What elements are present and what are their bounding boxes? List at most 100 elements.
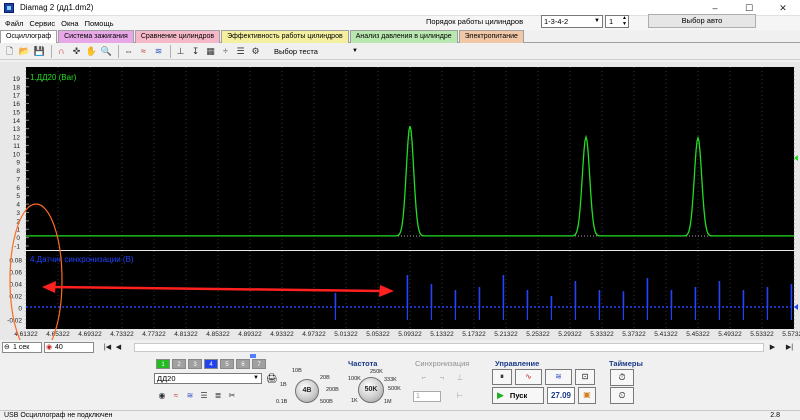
timer-stop-button[interactable]: ⏲ <box>610 387 634 404</box>
tab-cylinder-efficiency[interactable]: Эффективность работы цилиндров <box>221 30 349 43</box>
split-icon[interactable]: ÷ <box>219 45 232 58</box>
tools-icon[interactable]: ✂ <box>226 391 238 402</box>
x-tick-label: 5.25322 <box>526 331 550 338</box>
freq-label-1k: 1K <box>351 398 358 404</box>
wave-alt-icon[interactable]: ≋ <box>152 45 165 58</box>
cylinder-spin[interactable]: 1 ▲ ▼ <box>605 15 629 28</box>
minus-icon[interactable]: ⊖ <box>4 343 10 352</box>
timer-start-button[interactable]: ⏱ <box>610 369 634 386</box>
sync-rise-icon[interactable]: ⌐ <box>417 373 431 385</box>
range-label-01b: 0.1B <box>276 399 288 405</box>
cylinder-order-select[interactable]: 1-3-4-2 ▼ <box>541 15 603 28</box>
sync-level-icon[interactable]: ⊥ <box>453 373 467 385</box>
signal-icon[interactable]: ∩ <box>55 45 68 58</box>
ch1-tick-label: 19 <box>13 76 21 83</box>
sensor-select[interactable]: ДД20 ▼ <box>154 373 262 384</box>
close-button[interactable]: ✕ <box>766 0 800 16</box>
sync-fall-icon[interactable]: ¬ <box>435 373 449 385</box>
range-knob[interactable]: 4B <box>295 379 319 403</box>
ch1-grid <box>26 77 29 247</box>
freq-label-333k: 333K <box>384 377 397 383</box>
hand-icon[interactable]: ✋ <box>85 45 98 58</box>
tab-pressure-analysis[interactable]: Анализ давления в цилиндре <box>349 30 458 43</box>
list-icon[interactable]: ≣ <box>212 391 224 402</box>
next-button[interactable]: ▶ <box>767 342 778 353</box>
screenshot-button[interactable]: ▣ <box>578 387 596 404</box>
wave-alt-icon[interactable]: ≋ <box>184 391 196 402</box>
x-tick-label: 4.85322 <box>206 331 230 338</box>
sync-mode-icon[interactable]: ⊢ <box>453 391 467 403</box>
ch1-tick-label: 4 <box>16 202 20 209</box>
spin-arrows-icon[interactable]: ▲ ▼ <box>622 15 627 27</box>
menu-help[interactable]: Помощь <box>82 19 117 28</box>
freq-label-250k: 250K <box>370 369 383 375</box>
run-button[interactable]: ▶ Пуск <box>492 387 544 404</box>
multi-wave-button[interactable]: ≋ <box>545 369 572 385</box>
single-wave-button[interactable]: ∿ <box>515 369 542 385</box>
tab-power-supply[interactable]: Электропитание <box>458 30 524 43</box>
timeline-scrollbar[interactable] <box>134 343 764 352</box>
sync-select[interactable]: 1 <box>413 391 441 402</box>
toolbar-divider <box>51 44 52 58</box>
x-tick-label: 5.09322 <box>398 331 422 338</box>
zero-icon[interactable]: ↧ <box>189 45 202 58</box>
channel-button-6[interactable]: 6 <box>236 359 250 369</box>
wave-icon[interactable]: ≈ <box>170 391 182 402</box>
ch1-tick-label: 3 <box>16 210 20 217</box>
menu-windows[interactable]: Окна <box>58 19 81 28</box>
navigation-bar: ⊖ 1 сек ◉ 40 |◀ ◀ ▶ ▶| <box>0 341 800 354</box>
zoom-icon[interactable]: 🔍 <box>100 45 113 58</box>
frequency-knob[interactable]: 50K <box>358 377 384 403</box>
window-title: Diamag 2 (дд1.dm2) <box>20 3 94 12</box>
tab-oscillograph[interactable]: Осциллограф <box>0 30 58 43</box>
test-select[interactable]: Выбор теста ▼ <box>270 45 360 58</box>
toolbar-divider <box>170 44 171 58</box>
cylinder-order-value: 1-3-4-2 <box>544 17 569 26</box>
measure-icon[interactable]: ⇔ <box>122 45 135 58</box>
ch1-tick-label: 15 <box>13 109 21 116</box>
channel-button-7[interactable]: 7 <box>252 359 266 369</box>
last-button[interactable]: ▶| <box>784 342 795 353</box>
lines-icon[interactable]: ☰ <box>234 45 247 58</box>
channel-button-2[interactable]: 2 <box>172 359 186 369</box>
first-button[interactable]: |◀ <box>102 342 113 353</box>
oscilloscope-area[interactable]: 19 18 17 16 15 14 13 12 11 10 9 8 7 6 5 4 3 2 1 0 -1 0.08 0.0… <box>0 62 800 340</box>
settings-icon[interactable]: ⚙ <box>249 45 262 58</box>
eye-icon[interactable]: ◉ <box>156 391 168 402</box>
sensor-settings-icon[interactable]: 🖨 <box>266 373 277 384</box>
channel-button-5[interactable]: 5 <box>220 359 234 369</box>
prev-button[interactable]: ◀ <box>113 342 124 353</box>
tab-ignition[interactable]: Система зажигания <box>58 30 134 43</box>
time-scale-field[interactable]: ⊖ 1 сек <box>2 342 42 353</box>
tab-cylinder-compare[interactable]: Сравнение цилиндров <box>134 30 221 43</box>
ch1-tick-label: 6 <box>16 185 20 192</box>
chevron-down-icon: ▼ <box>253 375 259 381</box>
record-icon[interactable]: ◉ <box>46 343 52 352</box>
x-tick-label: 4.93322 <box>270 331 294 338</box>
channel-button-3[interactable]: 3 <box>188 359 202 369</box>
cursor-icon[interactable]: ✜ <box>70 45 83 58</box>
ch1-tick-label: 10 <box>13 151 21 158</box>
status-version: 2.8 <box>770 412 780 419</box>
oscilloscope-plot[interactable]: 191817161514131211109876543210-1 0.080.0… <box>0 62 800 340</box>
ch1-tick-label: 16 <box>13 101 21 108</box>
open-folder-icon[interactable]: 📂 <box>18 45 31 58</box>
menu-service[interactable]: Сервис <box>26 19 58 28</box>
sensor-value: ДД20 <box>157 374 176 383</box>
record-button[interactable]: ⊡ <box>575 369 595 385</box>
grid-icon[interactable]: ▦ <box>204 45 217 58</box>
pause-button[interactable]: ⏸ <box>492 369 512 385</box>
save-icon[interactable]: 💾 <box>33 45 46 58</box>
count-field[interactable]: ◉ 40 <box>44 342 94 353</box>
range-label-20b: 20B <box>320 375 330 381</box>
new-file-icon[interactable]: 🗋 <box>3 45 16 58</box>
channel-button-1[interactable]: 1 <box>156 359 170 369</box>
lines-icon[interactable]: ☰ <box>198 391 210 402</box>
wave-icon[interactable]: ≈ <box>137 45 150 58</box>
auto-select-button[interactable]: Выбор авто <box>648 14 756 28</box>
ch1-tick-label: 13 <box>13 126 21 133</box>
channel-button-4[interactable]: 4 <box>204 359 218 369</box>
menu-file[interactable]: Файл <box>2 19 26 28</box>
marker-icon[interactable]: ⊥ <box>174 45 187 58</box>
ch1-tick-label: 18 <box>13 84 21 91</box>
